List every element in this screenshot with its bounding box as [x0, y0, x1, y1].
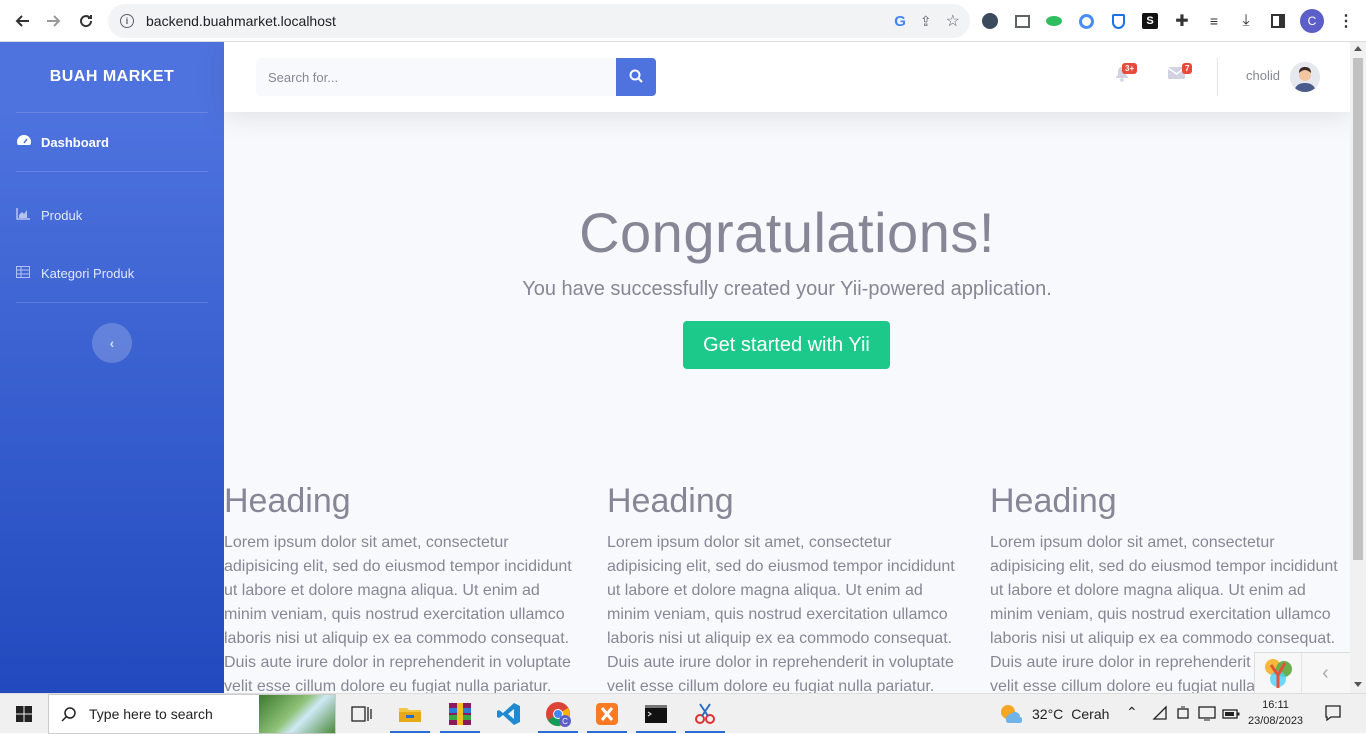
browser-toolbar: i backend.buahmarket.localhost G ⇪ ☆ S ✚…	[0, 0, 1366, 42]
sidebar-item-label: Dashboard	[41, 134, 109, 150]
xampp-icon[interactable]	[593, 700, 621, 728]
battery-icon[interactable]	[1222, 707, 1240, 725]
vscode-icon[interactable]	[495, 700, 523, 728]
profile-avatar[interactable]: C	[1300, 9, 1324, 33]
column-heading: Heading	[224, 482, 351, 520]
yii-logo-icon[interactable]	[1261, 657, 1295, 691]
alerts-dropdown[interactable]: 3+	[1114, 63, 1138, 88]
search-icon	[61, 706, 77, 727]
extension-icon[interactable]	[980, 11, 1000, 31]
taskbar-search-input[interactable]: Type here to search	[89, 706, 213, 722]
page-viewport: BUAH MARKET Dashboard Produk Kategori Pr…	[0, 42, 1366, 693]
messages-dropdown[interactable]: 7	[1167, 63, 1193, 88]
topbar-divider	[1217, 58, 1218, 96]
hero-title: Congratulations!	[579, 201, 995, 264]
reload-icon[interactable]	[70, 5, 102, 37]
share-icon[interactable]: ⇪	[920, 13, 932, 30]
search-highlight-image	[259, 695, 335, 733]
sidebar: BUAH MARKET Dashboard Produk Kategori Pr…	[0, 42, 224, 693]
content-column: Heading Lorem ipsum dolor sit amet, cons…	[224, 482, 584, 693]
taskbar-search[interactable]: Type here to search	[48, 694, 336, 734]
tachometer-icon	[16, 134, 34, 151]
address-bar[interactable]: i backend.buahmarket.localhost G ⇪ ☆	[108, 4, 970, 38]
column-heading: Heading	[607, 482, 734, 520]
weather-temperature[interactable]: 32°C	[1032, 706, 1063, 722]
sidebar-item-label: Kategori Produk	[41, 265, 135, 281]
main-content: Congratulations! You have successfully c…	[224, 112, 1350, 693]
yii-debug-toolbar[interactable]: ‹	[1254, 652, 1350, 693]
windows-start-icon[interactable]	[16, 706, 32, 722]
column-text: Lorem ipsum dolor sit amet, consectetur …	[224, 534, 572, 693]
task-view-icon[interactable]	[348, 700, 376, 728]
column-text: Lorem ipsum dolor sit amet, consectetur …	[607, 534, 955, 693]
sidebar-brand[interactable]: BUAH MARKET	[0, 42, 224, 112]
taskbar: Type here to search C 32°C Cerah ⌃ 16:11…	[0, 693, 1366, 734]
clock-date: 23/08/2023	[1248, 715, 1304, 727]
snipping-tool-icon[interactable]	[691, 700, 719, 728]
sidebar-divider	[16, 171, 208, 172]
scroll-down-icon[interactable]	[1354, 682, 1362, 687]
sidebar-item-label: Produk	[41, 207, 83, 223]
clock-time: 16:11	[1262, 699, 1289, 711]
extensions-bar: S ✚ ≡ ⤓ C ⋮	[980, 6, 1356, 36]
sidebar-item-dashboard[interactable]: Dashboard	[0, 113, 224, 171]
table-icon	[16, 265, 34, 281]
battery-meter-icon[interactable]	[1176, 705, 1192, 726]
user-name[interactable]: cholid	[1246, 68, 1280, 83]
topbar-search: Search for...	[256, 58, 656, 96]
system-tray: 32°C Cerah	[998, 694, 1109, 734]
network-icon[interactable]	[1152, 705, 1168, 726]
back-icon[interactable]	[6, 5, 38, 37]
chrome-icon[interactable]: C	[544, 700, 572, 728]
topbar: Search for... 3+ 7 cholid	[224, 42, 1350, 112]
messages-badge: 7	[1182, 63, 1193, 74]
chevron-left-icon: ‹	[109, 335, 115, 351]
search-icon	[629, 69, 643, 86]
bookmark-star-icon[interactable]: ☆	[946, 11, 960, 31]
sidebar-toggle-button[interactable]: ‹	[92, 323, 132, 363]
notification-icon[interactable]	[1324, 704, 1342, 727]
weather-description[interactable]: Cerah	[1071, 706, 1109, 722]
display-icon[interactable]	[1198, 705, 1216, 726]
column-heading: Heading	[990, 482, 1117, 520]
clock[interactable]: 16:11 23/08/2023	[1248, 697, 1303, 729]
extension-icon[interactable]	[1044, 11, 1064, 31]
file-explorer-icon[interactable]	[396, 700, 424, 728]
content-column: Heading Lorem ipsum dolor sit amet, cons…	[607, 482, 967, 693]
alerts-badge: 3+	[1122, 63, 1138, 74]
extension-icon[interactable]	[1012, 11, 1032, 31]
side-panel-icon[interactable]	[1268, 11, 1288, 31]
chevron-left-icon[interactable]: ‹	[1301, 653, 1349, 693]
sidebar-divider	[16, 302, 208, 303]
puzzle-icon[interactable]: ✚	[1172, 11, 1192, 31]
winrar-icon[interactable]	[446, 700, 474, 728]
hero-lead: You have successfully created your Yii-p…	[522, 278, 1052, 300]
kebab-menu-icon[interactable]: ⋮	[1336, 11, 1356, 31]
sidebar-item-kategori-produk[interactable]: Kategori Produk	[0, 244, 224, 302]
user-avatar[interactable]	[1290, 62, 1320, 92]
chart-area-icon	[16, 207, 34, 223]
chevron-up-icon[interactable]: ⌃	[1126, 704, 1138, 721]
search-button[interactable]	[616, 58, 656, 96]
search-input[interactable]: Search for...	[256, 58, 616, 96]
address-url[interactable]: backend.buahmarket.localhost	[146, 13, 336, 29]
scroll-up-icon[interactable]	[1354, 46, 1362, 51]
download-icon[interactable]: ⤓	[1236, 11, 1256, 31]
sidebar-item-produk[interactable]: Produk	[0, 186, 224, 244]
forward-icon[interactable]	[38, 5, 70, 37]
scrollbar-thumb[interactable]	[1353, 58, 1363, 560]
page-scrollbar[interactable]	[1350, 42, 1366, 693]
extension-icon[interactable]: S	[1140, 11, 1160, 31]
weather-icon[interactable]	[998, 702, 1023, 727]
media-icon[interactable]: ≡	[1204, 11, 1224, 31]
extension-icon[interactable]	[1076, 11, 1096, 31]
svg-text:C: C	[562, 717, 568, 726]
google-icon[interactable]: G	[894, 13, 906, 30]
get-started-button[interactable]: Get started with Yii	[683, 321, 890, 369]
terminal-icon[interactable]	[642, 700, 670, 728]
site-info-icon[interactable]: i	[120, 14, 134, 28]
shield-icon[interactable]	[1108, 11, 1128, 31]
